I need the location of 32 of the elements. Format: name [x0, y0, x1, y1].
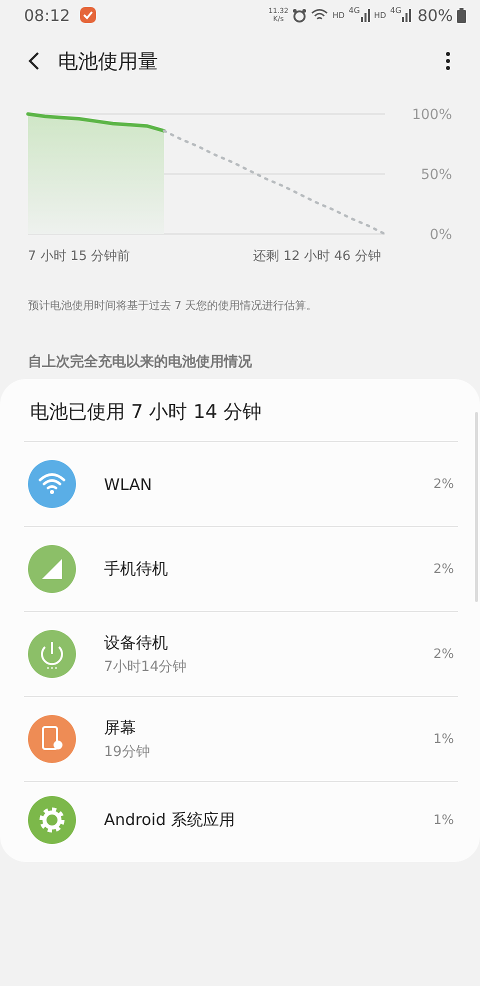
- usage-percent: 1%: [433, 732, 454, 746]
- item-name: Android 系统应用: [104, 810, 236, 830]
- item-duration: 19分钟: [104, 742, 151, 760]
- usage-item[interactable]: 屏幕 19分钟 1%: [24, 697, 458, 782]
- axis-label: 0%: [430, 227, 452, 243]
- usage-percent: 1%: [433, 812, 454, 828]
- battery-percent: 80%: [417, 6, 453, 24]
- axis-label: 还剩 12 小时 46 分钟: [253, 249, 381, 264]
- usage-percent: 2%: [433, 476, 454, 492]
- usage-item[interactable]: WLAN 2%: [24, 442, 458, 527]
- axis-label: 50%: [420, 167, 452, 183]
- usage-item[interactable]: 手机待机 2%: [24, 527, 458, 612]
- network-label: HD: [332, 10, 345, 20]
- usage-item[interactable]: Android 系统应用 1%: [24, 782, 458, 858]
- usage-percent: 2%: [433, 562, 454, 576]
- item-duration: 7小时14分钟: [104, 658, 188, 676]
- axis-label: 7 小时 15 分钟前: [28, 249, 130, 264]
- network-type: 4G: [390, 6, 402, 15]
- usage-item[interactable]: 设备待机 7小时14分钟 2%: [24, 612, 458, 697]
- network-type: 4G: [348, 6, 360, 15]
- usage-summary: 电池已使用 7 小时 14 分钟: [24, 393, 458, 442]
- axis-label: 100%: [412, 107, 452, 123]
- item-name: 屏幕: [104, 718, 137, 738]
- section-title: 自上次完全充电以来的电池使用情况: [28, 353, 253, 371]
- item-name: WLAN: [104, 474, 154, 494]
- page-title: 电池使用量: [58, 48, 158, 74]
- status-time: 08:12: [24, 6, 70, 24]
- network-label: HD: [374, 10, 386, 20]
- item-name: 手机待机: [104, 558, 169, 580]
- usage-percent: 2%: [433, 646, 454, 662]
- estimate-note: 预计电池使用时间将基于过去 7 天您的使用情况进行估算。: [28, 298, 318, 313]
- item-name: 设备待机: [104, 632, 169, 654]
